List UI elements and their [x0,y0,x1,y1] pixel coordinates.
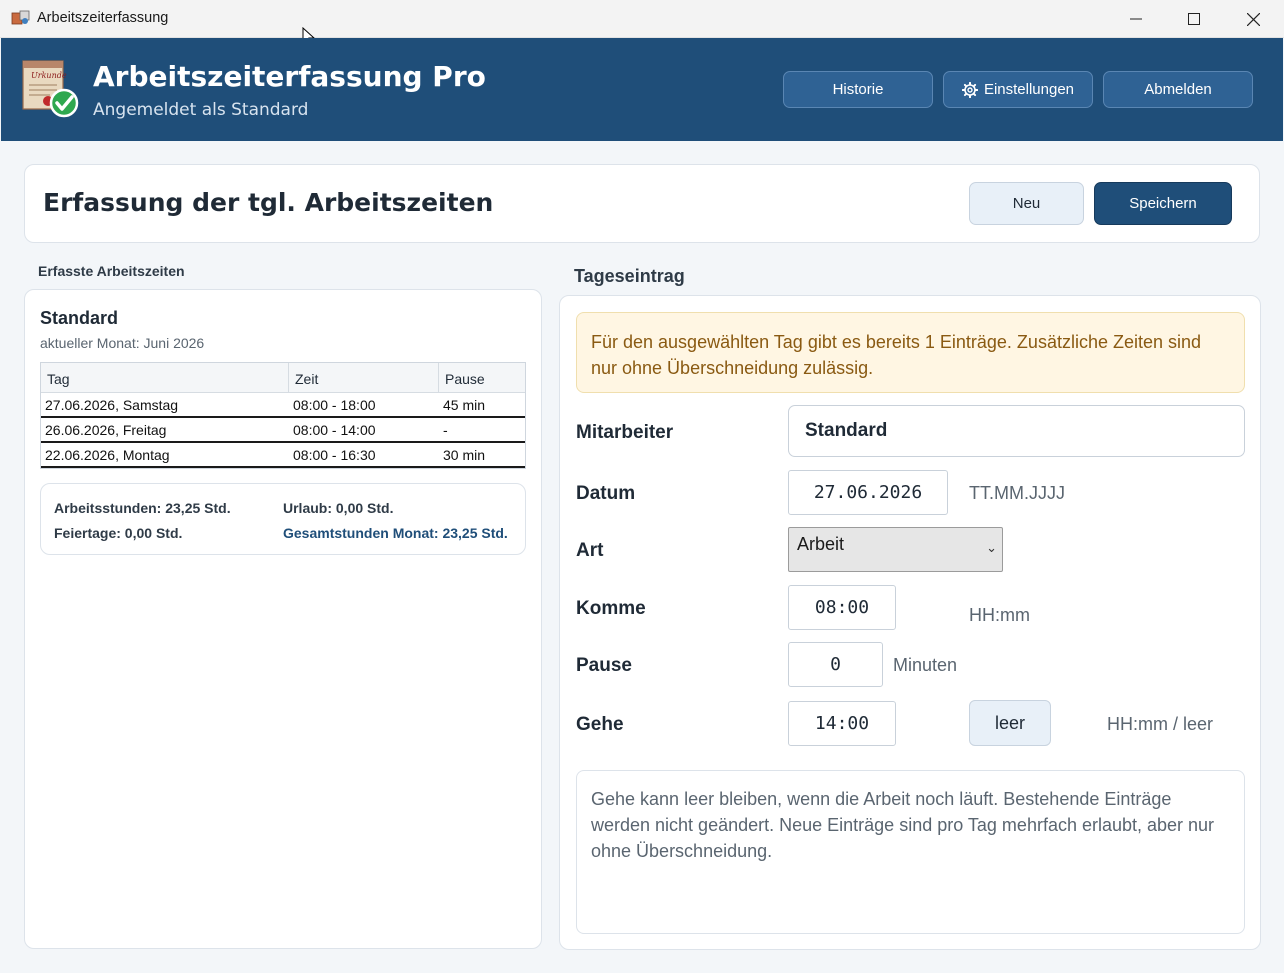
day-entry-card: Für den ausgewählten Tag gibt es bereits… [559,295,1261,950]
page-title-card: Erfassung der tgl. Arbeitszeiten Neu Spe… [24,164,1260,243]
gear-icon [961,81,978,98]
go-label: Gehe [576,714,624,735]
close-icon [1246,12,1260,26]
existing-entries-notice: Für den ausgewählten Tag gibt es bereits… [576,312,1245,393]
chevron-down-icon: ⌄ [986,540,997,555]
clear-go-button[interactable]: leer [969,700,1051,746]
total-month-hours: Gesamtstunden Monat: 23,25 Std. [283,525,508,541]
column-header-zeit[interactable]: Zeit [289,363,439,392]
employee-label: Mitarbeiter [576,422,674,443]
type-label: Art [576,540,604,561]
save-button[interactable]: Speichern [1094,182,1232,225]
date-format-hint: TT.MM.JJJJ [969,483,1065,503]
window-title: Arbeitszeiterfassung [37,10,169,26]
cell-time: 08:00 - 16:30 [293,447,376,463]
pause-input[interactable]: 0 [788,642,883,687]
cell-day: 26.06.2026, Freitag [45,422,167,438]
settings-button-label: Einstellungen [983,81,1075,98]
table-row[interactable]: 22.06.2026, Montag 08:00 - 16:30 30 min [41,443,525,468]
minimize-icon [1130,18,1142,20]
info-text: Gehe kann leer bleiben, wenn die Arbeit … [576,770,1245,934]
employee-field[interactable]: Standard [788,405,1245,457]
cell-day: 22.06.2026, Montag [45,447,170,463]
cell-day: 27.06.2026, Samstag [45,397,179,413]
cell-pause: 45 min [443,397,486,413]
page-title: Erfassung der tgl. Arbeitszeiten [43,188,494,217]
date-input[interactable]: 27.06.2026 [788,470,948,515]
column-header-tag[interactable]: Tag [41,363,289,392]
pause-unit-hint: Minuten [893,655,958,675]
settings-button[interactable]: Einstellungen [943,71,1093,108]
certificate-check-icon: Urkunde [22,60,79,118]
app-header: Urkunde Arbeitszeiterfassung Pro Angemel… [1,38,1283,141]
history-button[interactable]: Historie [783,71,933,108]
column-header-pause[interactable]: Pause [439,363,525,392]
cell-pause: 30 min [443,447,486,463]
window-titlebar: Arbeitszeiterfassung [0,0,1284,38]
cell-pause: - [443,422,448,438]
app-name: Arbeitszeiterfassung Pro [93,60,486,93]
close-button[interactable] [1224,0,1282,38]
day-entry-label: Tageseintrag [574,266,685,286]
current-month: aktueller Monat: Juni 2026 [40,335,205,351]
app-icon [11,10,30,25]
date-label: Datum [576,483,636,504]
table-row[interactable]: 27.06.2026, Samstag 08:00 - 18:00 45 min [41,393,525,418]
work-hours: Arbeitsstunden: 23,25 Std. [54,500,231,516]
type-select-value: Arbeit [797,534,845,554]
type-select[interactable]: Arbeit ⌄ [788,527,1003,572]
come-format-hint: HH:mm [969,605,1030,625]
vacation-hours: Urlaub: 0,00 Std. [283,500,394,516]
come-label: Komme [576,598,646,619]
time-entries-table: Tag Zeit Pause 27.06.2026, Samstag 08:00… [40,362,526,469]
logout-button-label: Abmelden [1144,81,1212,98]
new-button[interactable]: Neu [969,182,1084,225]
table-header: Tag Zeit Pause [41,363,525,393]
go-format-hint: HH:mm / leer [1107,714,1214,734]
recorded-times-card: Standard aktueller Monat: Juni 2026 Tag … [24,289,542,949]
logged-in-label: Angemeldet als Standard [93,100,309,120]
maximize-icon [1188,13,1200,25]
cell-time: 08:00 - 14:00 [293,422,376,438]
holiday-hours: Feiertage: 0,00 Std. [54,525,183,541]
pause-label: Pause [576,655,632,676]
cell-time: 08:00 - 18:00 [293,397,376,413]
logout-button[interactable]: Abmelden [1103,71,1253,108]
history-button-label: Historie [832,81,884,98]
svg-text:Urkunde: Urkunde [31,71,67,80]
maximize-button[interactable] [1165,0,1223,38]
go-time-input[interactable]: 14:00 [788,701,896,746]
monthly-summary: Arbeitsstunden: 23,25 Std. Urlaub: 0,00 … [40,483,526,555]
come-time-input[interactable]: 08:00 [788,585,896,630]
employee-name: Standard [40,308,119,328]
table-row[interactable]: 26.06.2026, Freitag 08:00 - 14:00 - [41,418,525,443]
recorded-times-label: Erfasste Arbeitszeiten [38,263,185,279]
minimize-button[interactable] [1107,0,1165,38]
